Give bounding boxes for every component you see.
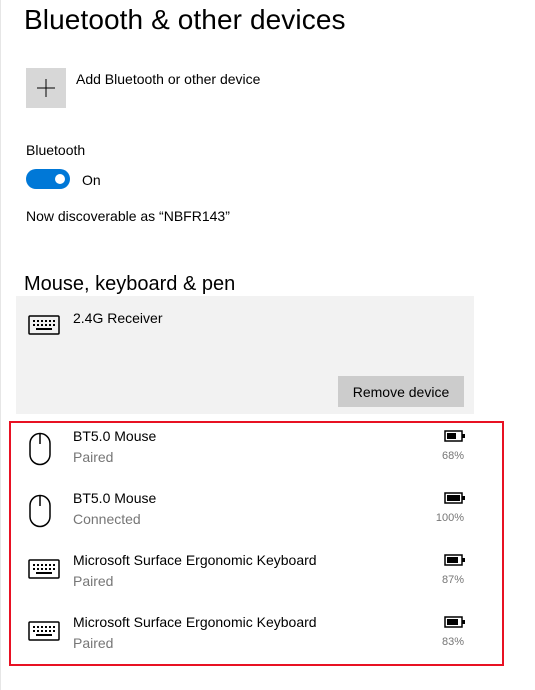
device-name: Microsoft Surface Ergonomic Keyboard (73, 552, 317, 568)
battery-percentage: 68% (441, 450, 464, 462)
device-name: BT5.0 Mouse (73, 428, 157, 444)
battery-icon (444, 554, 465, 566)
bluetooth-label: Bluetooth (26, 142, 86, 158)
bluetooth-toggle-state: On (82, 172, 101, 188)
add-device-tile[interactable] (26, 68, 66, 108)
device-status: Paired (73, 573, 114, 589)
device-name: 2.4G Receiver (73, 310, 163, 326)
plus-icon (37, 79, 55, 97)
device-status: Connected (73, 511, 141, 527)
battery-percentage: 87% (441, 574, 464, 586)
mouse-icon (29, 432, 51, 466)
battery-percentage: 83% (441, 636, 464, 648)
keyboard-icon (28, 559, 60, 579)
device-item[interactable]: BT5.0 Mouse Connected 100% (16, 490, 474, 546)
battery-icon (444, 616, 465, 628)
battery-percentage: 100% (435, 512, 464, 524)
mouse-icon (29, 494, 51, 528)
battery-icon (444, 492, 465, 504)
remove-device-button[interactable]: Remove device (338, 376, 464, 407)
device-item[interactable]: BT5.0 Mouse Paired 68% (16, 428, 474, 484)
bluetooth-toggle[interactable] (26, 169, 70, 189)
add-device-button[interactable]: Add Bluetooth or other device (26, 68, 260, 108)
battery-icon (444, 430, 465, 442)
window-edge (0, 0, 1, 690)
add-device-label[interactable]: Add Bluetooth or other device (76, 71, 260, 87)
keyboard-icon (28, 315, 60, 335)
discoverable-text: Now discoverable as “NBFR143” (26, 208, 230, 224)
device-item-selected[interactable]: 2.4G Receiver Remove device (16, 296, 474, 414)
device-status: Paired (73, 635, 114, 651)
device-status: Paired (73, 449, 114, 465)
section-title: Mouse, keyboard & pen (24, 273, 236, 295)
toggle-knob (55, 174, 65, 184)
keyboard-icon (28, 621, 60, 641)
device-name: BT5.0 Mouse (73, 490, 157, 506)
page-title: Bluetooth & other devices (24, 4, 346, 35)
device-item[interactable]: Microsoft Surface Ergonomic Keyboard Pai… (16, 552, 474, 608)
device-item[interactable]: Microsoft Surface Ergonomic Keyboard Pai… (16, 614, 474, 670)
device-name: Microsoft Surface Ergonomic Keyboard (73, 614, 317, 630)
